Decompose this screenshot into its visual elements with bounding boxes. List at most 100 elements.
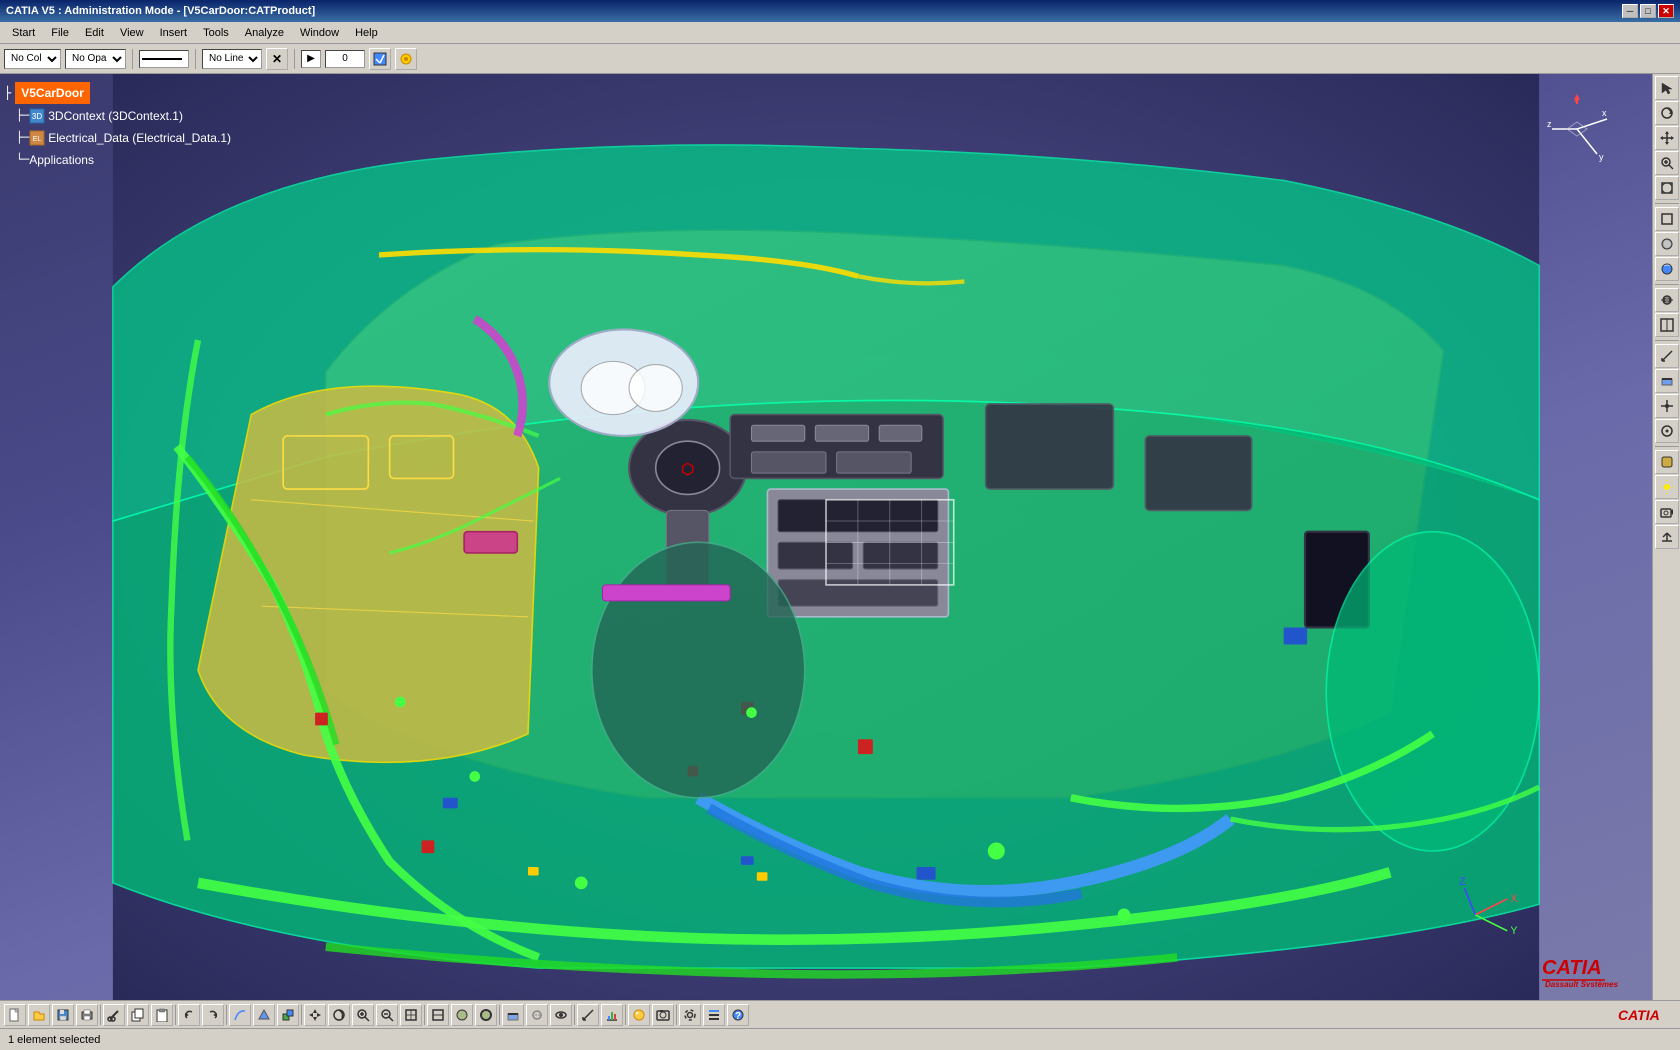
tree-overlay: ├ V5CarDoor ├─ 3D 3DContext (3DContext.1… <box>4 82 231 170</box>
menu-start[interactable]: Start <box>4 25 43 41</box>
svg-text:CATIA: CATIA <box>1542 957 1602 979</box>
capture-btn[interactable] <box>652 1004 674 1026</box>
pan3-btn[interactable] <box>304 1004 326 1026</box>
car-visualization: ⬡ <box>0 74 1652 1000</box>
wireframe-btn[interactable] <box>1655 207 1679 231</box>
part-design-btn[interactable] <box>253 1004 275 1026</box>
close-button[interactable]: ✕ <box>1658 4 1674 18</box>
thickness-input[interactable] <box>325 50 365 68</box>
manipulate-btn[interactable] <box>1655 394 1679 418</box>
minimize-button[interactable]: ─ <box>1622 4 1638 18</box>
x-marker[interactable]: ✕ <box>266 48 288 70</box>
toolbars-btn[interactable] <box>703 1004 725 1026</box>
svg-text:⬡: ⬡ <box>681 462 694 478</box>
show3-btn[interactable] <box>550 1004 572 1026</box>
menu-bar: Start File Edit View Insert Tools Analyz… <box>0 22 1680 44</box>
rotate-btn[interactable] <box>1655 101 1679 125</box>
wireframe3-btn[interactable] <box>427 1004 449 1026</box>
measure3-btn[interactable] <box>577 1004 599 1026</box>
svg-text:z: z <box>1547 119 1552 129</box>
cursor-btn[interactable] <box>1655 76 1679 100</box>
tree-child-2[interactable]: ├─ EL Electrical_Data (Electrical_Data.1… <box>16 128 231 148</box>
separator-1 <box>132 49 133 69</box>
light-btn[interactable] <box>1655 475 1679 499</box>
btoolbar-sep9 <box>676 1005 677 1025</box>
menu-edit[interactable]: Edit <box>77 25 112 41</box>
analyze2-btn[interactable] <box>601 1004 623 1026</box>
separator-2 <box>195 49 196 69</box>
zoom-btn[interactable] <box>1655 151 1679 175</box>
svg-text:3D: 3D <box>32 112 42 121</box>
svg-text:y: y <box>1599 152 1604 162</box>
menu-file[interactable]: File <box>43 25 77 41</box>
menu-help[interactable]: Help <box>347 25 386 41</box>
menu-view[interactable]: View <box>112 25 152 41</box>
zoom-in2-btn[interactable] <box>352 1004 374 1026</box>
undo-btn[interactable] <box>178 1004 200 1026</box>
edges-btn[interactable] <box>475 1004 497 1026</box>
save-file-btn[interactable] <box>52 1004 74 1026</box>
measure-btn[interactable] <box>1655 344 1679 368</box>
tree-root-node[interactable]: ├ V5CarDoor <box>4 82 231 104</box>
menu-window[interactable]: Window <box>292 25 347 41</box>
status-bar: 1 element selected <box>0 1028 1680 1050</box>
scene-btn[interactable] <box>1655 525 1679 549</box>
shading-btn[interactable] <box>1655 232 1679 256</box>
open-file-btn[interactable] <box>28 1004 50 1026</box>
render3-btn[interactable] <box>628 1004 650 1026</box>
tree-root-label[interactable]: V5CarDoor <box>15 82 90 104</box>
arrow-btn[interactable]: ▶ <box>301 50 321 68</box>
new-file-btn[interactable] <box>4 1004 26 1026</box>
swap-vis-btn[interactable] <box>1655 313 1679 337</box>
menu-tools[interactable]: Tools <box>195 25 237 41</box>
restore-button[interactable]: □ <box>1640 4 1656 18</box>
rtoolbar-sep4 <box>1655 446 1679 447</box>
pan-btn[interactable] <box>1655 126 1679 150</box>
settings-btn[interactable] <box>679 1004 701 1026</box>
print-btn[interactable] <box>76 1004 98 1026</box>
opacity-select[interactable]: No Opa <box>65 49 126 69</box>
menu-insert[interactable]: Insert <box>152 25 196 41</box>
svg-text:EL: EL <box>33 136 42 143</box>
rtoolbar-sep1 <box>1655 203 1679 204</box>
section3-btn[interactable] <box>502 1004 524 1026</box>
fit-all-btn[interactable] <box>1655 176 1679 200</box>
svg-text:Z: Z <box>1459 876 1466 888</box>
shaded-btn[interactable] <box>451 1004 473 1026</box>
help-btn[interactable]: ? <box>727 1004 749 1026</box>
menu-analyze[interactable]: Analyze <box>237 25 292 41</box>
tree-applications-label: Applications <box>29 150 94 170</box>
btoolbar-sep5 <box>424 1005 425 1025</box>
apply-btn[interactable] <box>369 48 391 70</box>
copy-btn[interactable] <box>127 1004 149 1026</box>
tree-child-3[interactable]: └─ Applications <box>16 150 231 170</box>
hide3-btn[interactable] <box>526 1004 548 1026</box>
btoolbar-sep8 <box>625 1005 626 1025</box>
linetype-select[interactable]: No Line <box>202 49 262 69</box>
rotate3-btn[interactable] <box>328 1004 350 1026</box>
render-mode-btn[interactable] <box>1655 257 1679 281</box>
section-btn[interactable] <box>1655 369 1679 393</box>
tree-child-1[interactable]: ├─ 3D 3DContext (3DContext.1) <box>16 106 231 126</box>
camera-btn[interactable] <box>1655 500 1679 524</box>
zoom-out2-btn[interactable] <box>376 1004 398 1026</box>
main-area: ⬡ <box>0 74 1680 1000</box>
svg-text:x: x <box>1602 108 1607 118</box>
assembly-btn[interactable] <box>277 1004 299 1026</box>
paste-btn[interactable] <box>151 1004 173 1026</box>
hide-btn[interactable] <box>1655 288 1679 312</box>
tree-electrical-label: Electrical_Data (Electrical_Data.1) <box>48 128 231 148</box>
redo-btn[interactable] <box>202 1004 224 1026</box>
material-btn[interactable] <box>1655 450 1679 474</box>
cut-btn[interactable] <box>103 1004 125 1026</box>
viewport-3d[interactable]: ⬡ <box>0 74 1652 1000</box>
svg-text:?: ? <box>735 1011 741 1022</box>
orientation-compass: x y z z <box>1542 94 1612 164</box>
color-select[interactable]: No Col <box>4 49 61 69</box>
sketch-btn[interactable] <box>229 1004 251 1026</box>
fit-all2-btn[interactable] <box>400 1004 422 1026</box>
line-style-select[interactable] <box>139 50 189 68</box>
options-btn[interactable] <box>395 48 417 70</box>
snap-btn[interactable] <box>1655 419 1679 443</box>
svg-text:Y: Y <box>1510 925 1517 937</box>
